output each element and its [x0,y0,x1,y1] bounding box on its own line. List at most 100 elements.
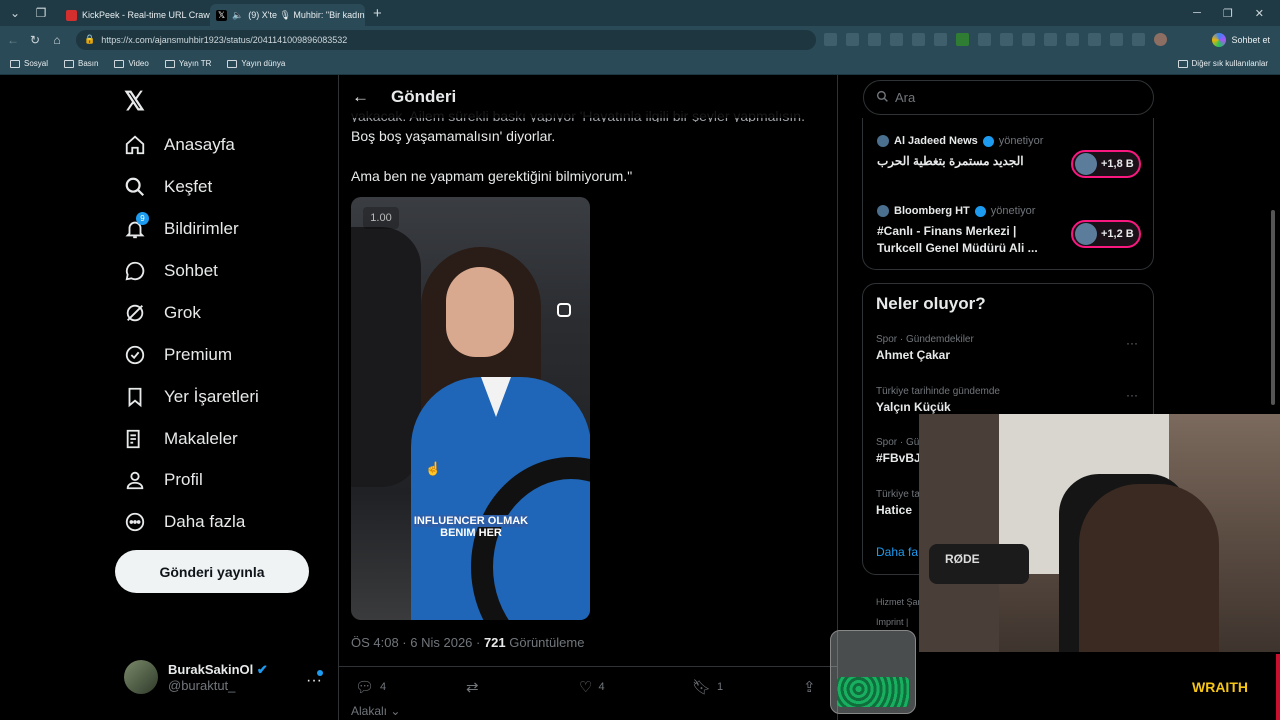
sidebar-item-label: Anasayfa [164,135,235,154]
sidebar-item-more[interactable]: Daha fazla [124,511,245,533]
trend-more-icon[interactable]: ··· [1126,336,1138,350]
extension-icon[interactable] [912,33,925,46]
bookmark-folder[interactable]: Basın [64,59,98,68]
extension-icon[interactable] [956,33,969,46]
extension-icon[interactable] [934,33,947,46]
browser-tab-kickpeek[interactable]: KickPeek - Real-time URL Crawler ✕ [60,4,210,26]
extension-icon[interactable] [1022,33,1035,46]
kickpeek-favicon-icon [66,9,77,21]
show-more-link[interactable]: Daha fa [876,545,918,559]
restore-icon[interactable]: ❐ [1223,7,1233,20]
profile-avatar[interactable] [1154,33,1167,46]
bookmark-label: Yayın dünya [241,59,286,68]
post-video[interactable]: 1.00 INFLUENCER OLMAK BENIM HER [351,197,590,620]
footer-links: Hizmet Şar Imprint | [876,592,921,632]
speaker-icon[interactable]: 🔈 [232,10,243,21]
sidebar-item-articles[interactable]: Makaleler [124,428,238,450]
sidebar-item-bookmarks[interactable]: Yer İşaretleri [124,386,259,408]
sidebar-item-explore[interactable]: Keşfet [124,176,212,198]
sidebar-item-grok[interactable]: Grok [124,302,201,324]
post-text-line: Boş boş yaşamamalısın' diyorlar. [351,128,556,144]
zoom-icon[interactable] [846,33,859,46]
bookmark-folder[interactable]: Sosyal [10,59,48,68]
microphone: RØDE [929,544,1029,584]
reply-count: 4 [380,681,387,693]
new-tab-button[interactable]: + [373,5,382,22]
chat-icon [124,260,146,282]
extension-icon[interactable] [1000,33,1013,46]
back-icon[interactable]: ← [2,33,24,47]
post-button[interactable]: Gönderi yayınla [115,550,309,593]
workspaces-icon[interactable]: ❐ [30,3,52,23]
more-options-icon[interactable] [1132,33,1145,46]
browser-essentials-icon[interactable] [1088,33,1101,46]
sidebar-item-notifications[interactable]: 9 Bildirimler [124,212,239,240]
grok-icon [124,302,146,324]
related-label: Alakalı [351,704,388,718]
live-listeners-pill[interactable]: +1,2 B [1071,220,1141,248]
repost-button[interactable]: ⇄ [466,678,479,696]
sidebar-item-profile[interactable]: Profil [124,469,203,491]
favorite-star-icon[interactable] [890,33,903,46]
sidebar-item-chat[interactable]: Sohbet [124,260,218,282]
post-timestamp[interactable]: ÖS 4:08 · 6 Nis 2026 · [351,635,484,650]
playback-speed[interactable]: 1.00 [363,207,399,229]
bookmark-icon: 🔖︎ [692,679,712,696]
trend-more-icon[interactable]: ··· [1126,388,1138,402]
trend-item[interactable]: Spor · Gündemdekiler Ahmet Çakar [876,334,974,362]
view-label: Görüntüleme [505,635,585,650]
share-button[interactable]: ⇪ [803,678,816,696]
verified-badge-icon: ✔ [256,661,268,677]
footer-link[interactable]: Hizmet Şar [876,592,921,612]
sidebar-item-premium[interactable]: Premium [124,344,232,366]
live-title: #Canlı - Finans Merkezi | Turkcell Genel… [877,224,1038,255]
split-screen-icon[interactable] [1044,33,1057,46]
x-logo-icon[interactable]: 𝕏 [124,86,145,117]
like-button[interactable]: ♡ 4 [579,678,605,696]
listener-count: +1,2 B [1101,228,1134,240]
divider [837,75,838,720]
collections-icon[interactable] [1110,33,1123,46]
bookmark-folder[interactable]: Video [114,59,149,68]
bookmark-folder[interactable]: Yayın TR [164,59,211,68]
tab-label: (9) X'te 🎙 Muhbir: "Bir kadın [248,9,365,20]
read-aloud-icon[interactable] [868,33,881,46]
browser-tab-x[interactable]: 𝕏 🔈 (9) X'te 🎙 Muhbir: "Bir kadın ✕ [210,4,365,26]
tab-list-icon[interactable]: ⌄ [4,3,26,23]
folder-icon [227,59,238,68]
address-bar-row: ← ↻ ⌂ 🔒 https://x.com/ajansmuhbir1923/st… [0,26,1280,53]
bookmark-button[interactable]: 🔖︎ 1 [692,678,723,696]
favorites-icon[interactable] [1066,33,1079,46]
live-item[interactable]: Bloomberg HT yönetiyor #Canlı - Finans M… [877,205,1147,257]
live-source: Bloomberg HT [894,205,970,217]
extension-icon[interactable] [978,33,991,46]
search-placeholder: Ara [895,90,916,105]
verified-badge-icon [982,135,994,147]
home-browser-icon[interactable]: ⌂ [46,33,68,47]
lock-icon: 🔒 [84,34,96,44]
notification-badge: 9 [136,212,149,225]
related-dropdown[interactable]: Alakalı ⌄ [351,704,400,718]
window-close-icon[interactable]: ✕ [1255,7,1264,20]
url-input[interactable]: 🔒 https://x.com/ajansmuhbir1923/status/2… [76,29,816,50]
more-icon [124,511,146,533]
live-listeners-pill[interactable]: +1,8 B [1071,150,1141,178]
trend-item[interactable]: Türkiye ta Hatice [876,489,920,517]
copilot-button[interactable]: Sohbet et [1212,32,1270,47]
other-favorites-folder[interactable]: Diğer sık kullanılanlar [1177,59,1268,68]
scrollbar[interactable] [1271,210,1275,405]
sidebar-item-home[interactable]: Anasayfa [124,134,235,156]
search-input[interactable]: Ara [863,80,1154,115]
extension-icon[interactable] [824,33,837,46]
bookmark-folder[interactable]: Yayın dünya [227,59,285,68]
refresh-icon[interactable]: ↻ [24,33,46,47]
account-switcher[interactable]: BurakSakinOl ✔ @buraktut_ [124,660,268,694]
bookmark-icon [124,386,146,408]
footer-link[interactable]: Imprint | [876,612,921,632]
live-item[interactable]: Al Jadeed News yönetiyor الجديد مستمرة ب… [877,135,1147,178]
trend-item[interactable]: Spor · Gü #FBvBJ [876,437,921,465]
back-arrow-icon[interactable]: ← [352,87,369,107]
minimize-icon[interactable]: ─ [1193,7,1201,20]
reply-button[interactable]: 💬︎ 4 [355,678,386,696]
trend-item[interactable]: Türkiye tarihinde gündemde Yalçın Küçük [876,386,1000,414]
